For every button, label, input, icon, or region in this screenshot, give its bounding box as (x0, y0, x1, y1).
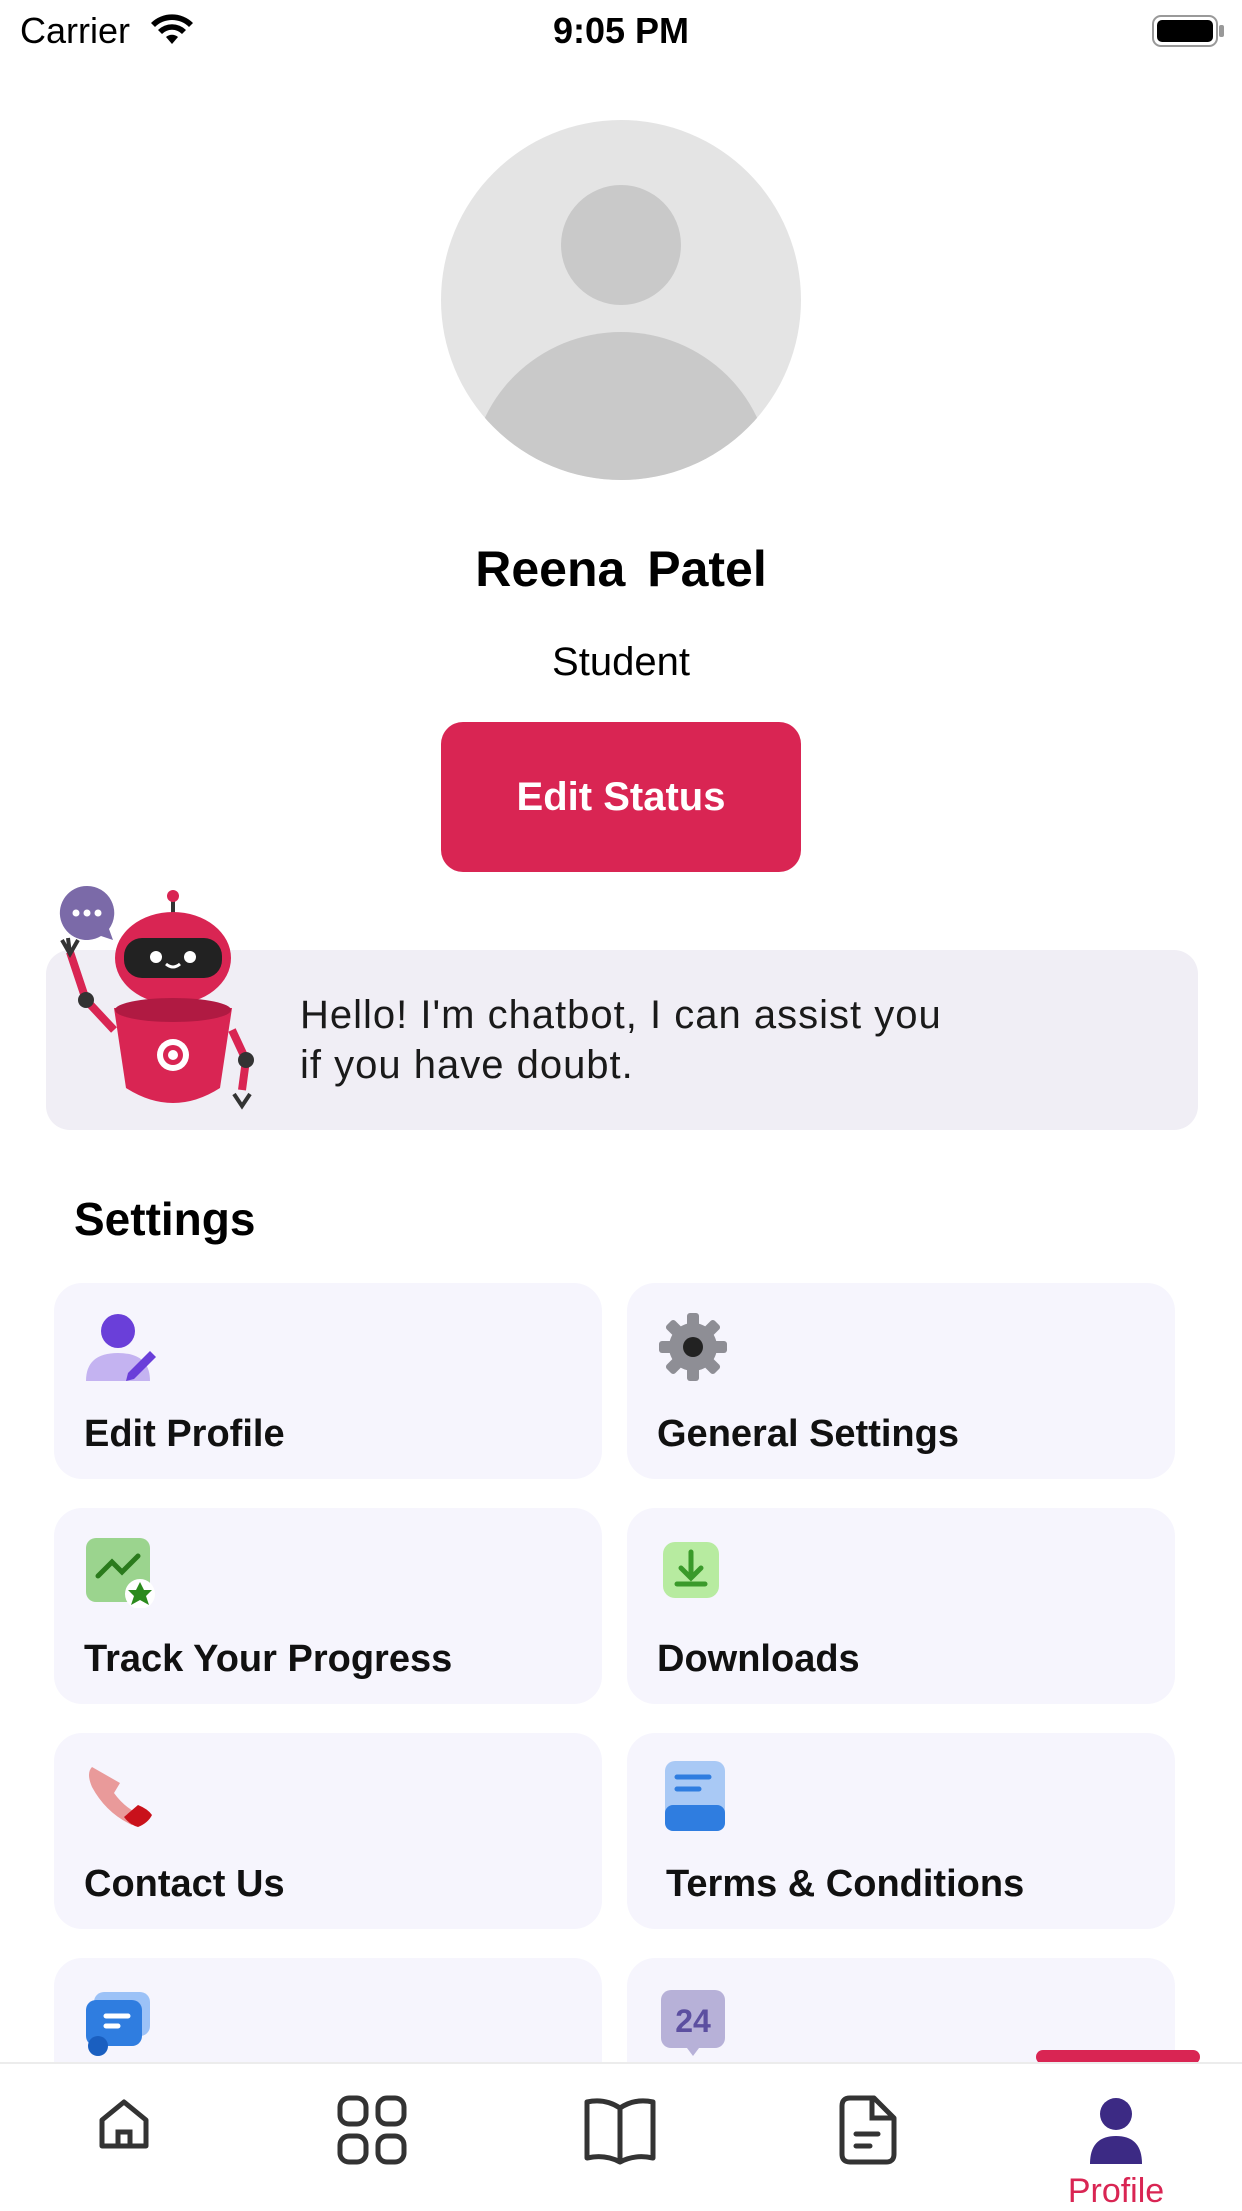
chatbot-message: Hello! I'm chatbot, I can assist you if … (300, 990, 1120, 1090)
profile-icon (1090, 2098, 1142, 2164)
settings-tile-label: Contact Us (84, 1863, 285, 1905)
support-card-icon (86, 1992, 150, 2056)
nav-home[interactable] (0, 2064, 248, 2210)
edit-profile-icon (86, 1314, 156, 1381)
settings-tile-label: Track Your Progress (84, 1638, 453, 1680)
settings-tile-terms[interactable]: Terms & Conditions (627, 1733, 1175, 1929)
settings-tile-contact-us[interactable]: Contact Us (54, 1733, 602, 1929)
settings-tile-label: Downloads (657, 1638, 860, 1680)
robot-mascot-icon (60, 890, 254, 1110)
settings-tile-label: Edit Profile (84, 1413, 285, 1455)
chatbot-message-line2: if you have doubt. (300, 1043, 634, 1087)
progress-chart-icon (86, 1538, 155, 1608)
svg-text:24: 24 (675, 2003, 711, 2039)
status-bar: Carrier 9:05 PM (0, 0, 1242, 64)
settings-tile-general-settings[interactable]: General Settings (627, 1283, 1175, 1479)
profile-name: Reena Patel (475, 541, 767, 597)
24-hours-icon: 24 (661, 1990, 725, 2056)
settings-tile-track-progress[interactable]: Track Your Progress (54, 1508, 602, 1704)
settings-tile-downloads[interactable]: Downloads (627, 1508, 1175, 1704)
settings-tile-label: General Settings (657, 1413, 959, 1455)
book-icon (584, 2098, 656, 2165)
avatar[interactable] (441, 120, 801, 480)
battery-icon (1152, 15, 1224, 47)
document-icon (665, 1761, 725, 1831)
bottom-nav: Profile (0, 2062, 1242, 2210)
nav-profile-label: Profile (1067, 2172, 1165, 2210)
edit-status-button[interactable]: Edit Status (441, 722, 801, 872)
grid-icon (337, 2095, 407, 2165)
file-icon (839, 2095, 897, 2165)
settings-heading: Settings (74, 1193, 256, 1245)
profile-role: Student (552, 640, 690, 684)
nav-profile[interactable]: Profile (992, 2064, 1240, 2210)
download-icon (663, 1542, 719, 1598)
nav-categories[interactable] (248, 2064, 496, 2210)
nav-documents[interactable] (744, 2064, 992, 2210)
gear-icon (659, 1313, 727, 1381)
home-icon (99, 2099, 149, 2149)
settings-tile-label: Terms & Conditions (666, 1863, 1025, 1905)
phone-icon (89, 1767, 152, 1827)
clock: 9:05 PM (552, 10, 690, 51)
nav-library[interactable] (496, 2064, 744, 2210)
settings-tile-edit-profile[interactable]: Edit Profile (54, 1283, 602, 1479)
chatbot-message-line1: Hello! I'm chatbot, I can assist you (300, 993, 942, 1037)
